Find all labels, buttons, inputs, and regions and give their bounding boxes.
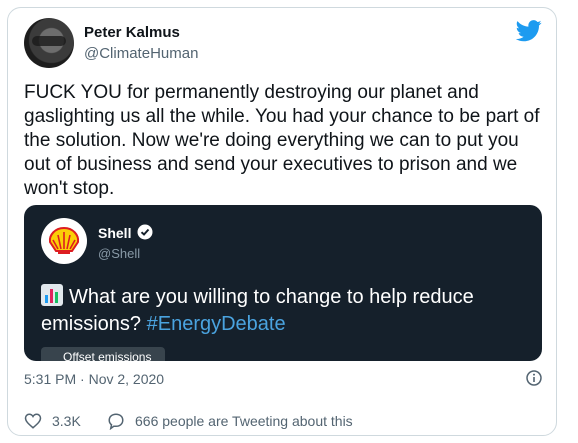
offer-chip[interactable]: Offset emissions <box>41 347 165 361</box>
quoted-tweet[interactable]: Shell @Shell What are you willing to cha… <box>24 205 542 361</box>
verified-badge-icon <box>137 224 153 240</box>
tweet-timestamp[interactable]: 5:31 PM · Nov 2, 2020 <box>24 371 164 387</box>
author-name[interactable]: Peter Kalmus <box>84 24 180 41</box>
shell-logo <box>41 218 87 264</box>
speech-bubble-icon <box>108 413 124 431</box>
quoted-author-name[interactable]: Shell <box>98 225 131 241</box>
info-icon[interactable] <box>526 370 542 386</box>
tweet-card[interactable]: Peter Kalmus @ClimateHuman FUCK YOU for … <box>7 7 557 436</box>
conversation-text: 666 people are Tweeting about this <box>135 413 353 429</box>
tweet-text: FUCK YOU for permanently destroying our … <box>24 82 540 199</box>
twitter-bird-icon[interactable] <box>516 20 542 42</box>
conversation-action[interactable]: 666 people are Tweeting about this <box>107 412 353 431</box>
quoted-text: What are you willing to change to help r… <box>41 284 531 338</box>
like-action[interactable]: 3.3K <box>24 412 81 430</box>
chart-emoji-icon <box>41 284 63 306</box>
author-handle[interactable]: @ClimateHuman <box>84 45 198 62</box>
author-avatar[interactable] <box>24 18 74 68</box>
heart-icon <box>24 413 42 429</box>
like-count: 3.3K <box>52 413 81 429</box>
quoted-hashtag[interactable]: #EnergyDebate <box>147 313 286 335</box>
quoted-author-handle[interactable]: @Shell <box>98 246 140 261</box>
